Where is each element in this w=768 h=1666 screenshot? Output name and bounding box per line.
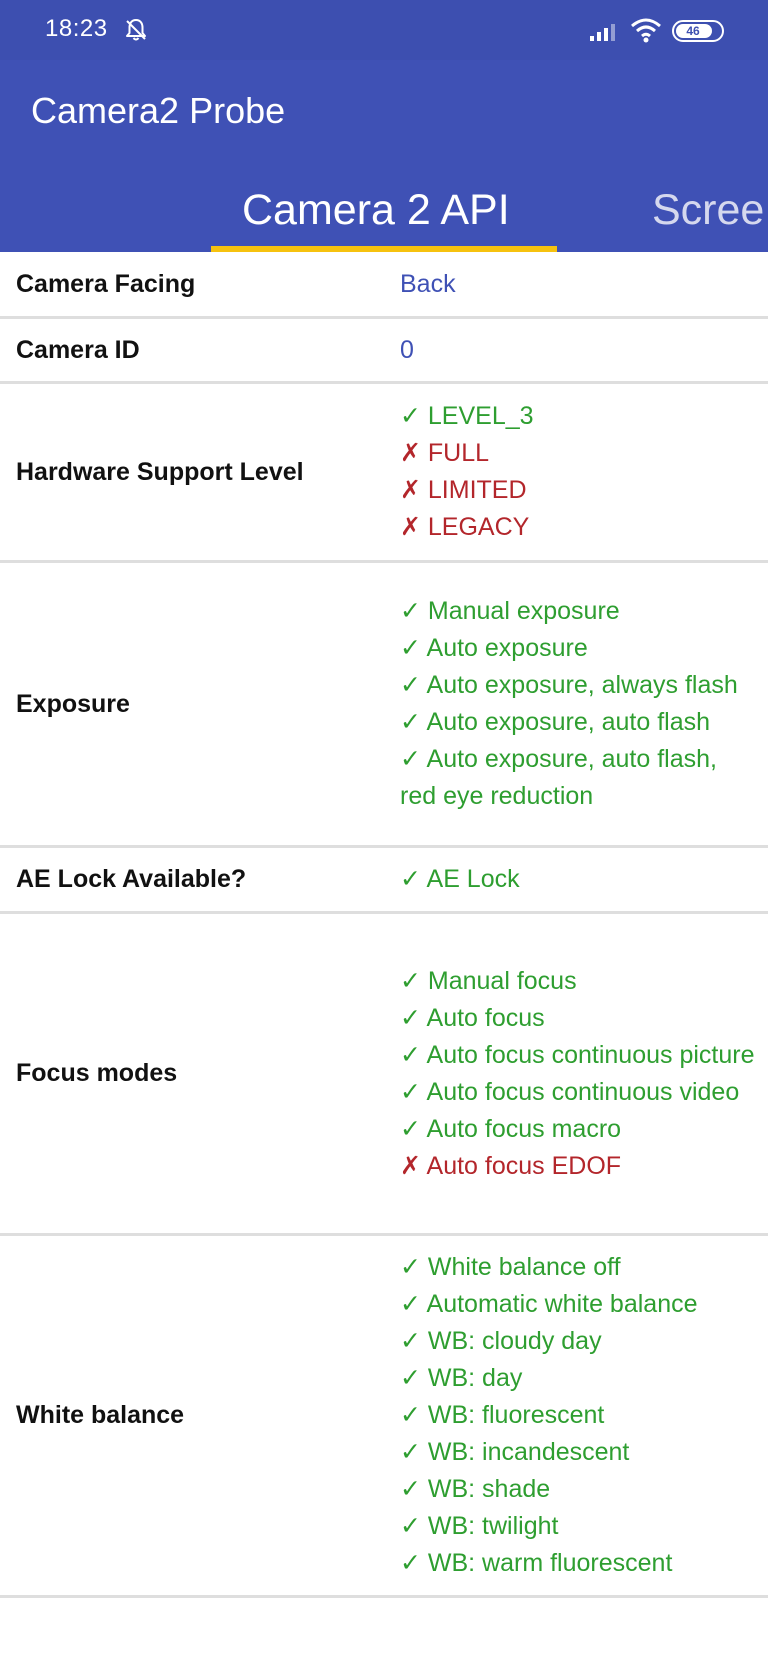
row-value: ✓ WB: incandescent — [400, 1438, 630, 1466]
row-values: ✓ Manual focus ✓ Auto focus ✓ Auto focus c… — [400, 950, 768, 1198]
row-values: ✓ LEVEL_3 ✗ FULL ✗ LIMITED ✗ LEGACY — [400, 385, 768, 559]
row-value: ✓ Auto exposure, auto flash — [400, 708, 711, 736]
row-value: ✓ WB: twilight — [400, 1512, 559, 1540]
row-value: Back — [400, 269, 456, 298]
row-value: ✗ Auto focus EDOF — [400, 1151, 622, 1180]
tab-screen[interactable]: Scree — [652, 186, 764, 235]
row-value: ✓ AE Lock — [400, 865, 520, 893]
row-value: ✗ LEGACY — [400, 513, 530, 541]
row-value: ✓ Auto exposure — [400, 634, 588, 662]
info-row: Camera Facing Back — [0, 252, 768, 319]
row-values: ✓ Manual exposure ✓ Auto exposure ✓ Auto e… — [400, 580, 768, 828]
row-value: ✓ WB: shade — [400, 1475, 551, 1503]
status-bar: 18:23 46 — [0, 0, 768, 60]
row-values: Back — [400, 253, 768, 316]
info-row: Exposure ✓ Manual exposure ✓ Auto exposure… — [0, 563, 768, 848]
row-value: ✓ Auto exposure, always flash — [400, 671, 738, 699]
info-row: AE Lock Available? ✓ AE Lock — [0, 848, 768, 914]
row-value: ✓ White balance off — [400, 1253, 621, 1281]
row-value: ✓ WB: warm fluorescent — [400, 1549, 673, 1577]
row-label: AE Lock Available? — [16, 865, 247, 893]
signal-icon — [590, 24, 615, 41]
row-label: Hardware Support Level — [16, 457, 304, 486]
row-label: Camera ID — [16, 335, 140, 364]
info-row: White balance ✓ White balance off ✓ Automa… — [0, 1236, 768, 1598]
app-bar: Camera2 Probe — [0, 60, 768, 168]
row-value: ✓ Auto exposure, auto flash, red eye red… — [400, 745, 717, 810]
battery-icon: 46 — [672, 20, 724, 42]
status-time: 18:23 — [45, 15, 108, 42]
battery-level: 46 — [686, 24, 700, 38]
row-value: ✓ Auto focus macro — [400, 1114, 622, 1143]
row-value: ✓ Auto focus continuous video — [400, 1077, 740, 1106]
row-label: Exposure — [16, 689, 130, 718]
row-value: 0 — [400, 335, 414, 364]
row-value: ✓ Manual exposure — [400, 597, 620, 625]
row-label: Focus modes — [16, 1059, 178, 1087]
row-label: White balance — [16, 1401, 185, 1429]
row-values: ✓ White balance off ✓ Automatic white bal… — [400, 1236, 768, 1595]
row-values: ✓ AE Lock — [400, 848, 768, 911]
row-value: ✗ LIMITED — [400, 476, 527, 504]
row-value: ✓ Automatic white balance — [400, 1290, 698, 1318]
wifi-icon — [631, 18, 661, 43]
row-value: ✗ FULL — [400, 439, 490, 467]
info-row: Camera ID 0 — [0, 319, 768, 384]
tab-bar: Camera 2 API Scree — [0, 168, 768, 252]
row-value: ✓ Manual focus — [400, 966, 577, 995]
info-row: Hardware Support Level ✓ LEVEL_3 ✗ FULL ✗ L… — [0, 384, 768, 563]
row-value: ✓ WB: day — [400, 1364, 523, 1392]
row-value: ✓ WB: fluorescent — [400, 1401, 605, 1429]
tab-camera-2-api[interactable]: Camera 2 API — [242, 186, 510, 235]
row-value: ✓ Auto focus continuous picture — [400, 1040, 755, 1069]
info-row: Focus modes ✓ Manual focus ✓ Auto focus ✓ A… — [0, 914, 768, 1236]
row-value: ✓ LEVEL_3 — [400, 402, 534, 430]
row-label: Camera Facing — [16, 269, 196, 298]
notifications-muted-icon — [126, 19, 146, 41]
camera-info-list: Camera Facing Back Camera ID 0 Hardware Supp… — [0, 252, 768, 1598]
app-title: Camera2 Probe — [31, 90, 286, 131]
row-value: ✓ WB: cloudy day — [400, 1327, 602, 1355]
row-values: 0 — [400, 319, 768, 382]
row-value: ✓ Auto focus — [400, 1003, 545, 1032]
